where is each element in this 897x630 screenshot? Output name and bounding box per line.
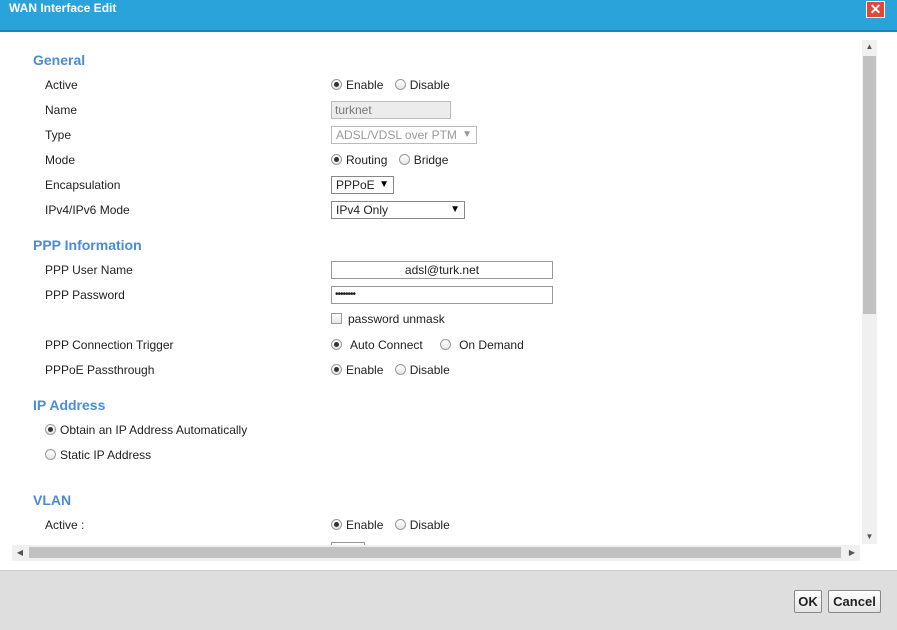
- active-disable-radio[interactable]: [394, 79, 406, 91]
- chevron-down-icon: ▼: [450, 204, 460, 215]
- chevron-down-icon: ▼: [379, 179, 389, 190]
- window-title: WAN Interface Edit: [9, 1, 117, 15]
- passthrough-enable-label: Enable: [346, 362, 384, 377]
- ip-auto-label: Obtain an IP Address Automatically: [60, 422, 248, 437]
- passthrough-radio-group: Enable Disable: [331, 362, 458, 377]
- ip-mode-select[interactable]: IPv4 Only ▼: [331, 201, 465, 219]
- vertical-scroll-thumb[interactable]: [863, 56, 876, 314]
- pppoe-passthrough-label: PPPoE Passthrough: [45, 363, 155, 377]
- ppp-username-label: PPP User Name: [45, 263, 133, 277]
- horizontal-scroll-thumb[interactable]: [29, 547, 841, 558]
- active-disable-label: Disable: [409, 77, 450, 92]
- chevron-down-icon: ▼: [462, 129, 472, 140]
- close-icon[interactable]: ✕: [866, 1, 885, 18]
- trigger-auto-connect-label: Auto Connect: [350, 337, 423, 352]
- mode-bridge-radio[interactable]: [398, 154, 410, 166]
- encapsulation-select-value: PPPoE: [336, 178, 375, 192]
- ppp-username-input[interactable]: adsl@turk.net: [331, 261, 553, 279]
- vertical-scrollbar[interactable]: ▲ ▼: [862, 40, 877, 544]
- password-unmask-label: password unmask: [348, 311, 445, 326]
- ip-auto-row: Obtain an IP Address Automatically: [45, 422, 255, 437]
- ip-static-label: Static IP Address: [60, 447, 152, 462]
- mode-routing-label: Routing: [346, 152, 388, 167]
- vlan-enable-label: Enable: [346, 517, 384, 532]
- ppp-password-label: PPP Password: [45, 288, 125, 302]
- password-unmask-row: password unmask: [331, 311, 453, 326]
- type-label: Type: [45, 128, 72, 142]
- section-vlan-heading: VLAN: [33, 492, 72, 508]
- passthrough-disable-radio[interactable]: [394, 364, 406, 376]
- trigger-auto-connect-radio[interactable]: [331, 339, 342, 351]
- title-bar: WAN Interface Edit ✕: [0, 0, 897, 32]
- ip-mode-select-value: IPv4 Only: [336, 203, 389, 217]
- mode-routing-radio[interactable]: [331, 154, 342, 166]
- section-ppp-heading: PPP Information: [33, 237, 142, 253]
- trigger-on-demand-label: On Demand: [459, 337, 524, 352]
- vlan-active-label: Active :: [45, 518, 85, 532]
- ip-auto-radio[interactable]: [45, 424, 56, 436]
- active-enable-label: Enable: [346, 77, 384, 92]
- ip-mode-label: IPv4/IPv6 Mode: [45, 203, 130, 217]
- passthrough-disable-label: Disable: [409, 362, 450, 377]
- horizontal-scrollbar[interactable]: ◀ ▶: [12, 545, 860, 561]
- password-unmask-checkbox[interactable]: [331, 313, 342, 325]
- vlan-disable-radio[interactable]: [394, 519, 406, 531]
- scroll-right-icon[interactable]: ▶: [844, 545, 860, 561]
- active-radio-group: Enable Disable: [331, 77, 458, 92]
- mode-bridge-label: Bridge: [413, 152, 449, 167]
- scroll-down-icon[interactable]: ▼: [862, 530, 877, 544]
- scroll-up-icon[interactable]: ▲: [862, 40, 877, 54]
- mode-radio-group: Routing Bridge: [331, 152, 456, 167]
- ok-button[interactable]: OK: [794, 590, 822, 613]
- section-general-heading: General: [33, 52, 86, 68]
- ppp-trigger-label: PPP Connection Trigger: [45, 338, 174, 352]
- ip-static-row: Static IP Address: [45, 447, 159, 462]
- scroll-left-icon[interactable]: ◀: [12, 545, 28, 561]
- ppp-trigger-radio-group: Auto Connect On Demand: [331, 337, 532, 352]
- mode-label: Mode: [45, 153, 76, 167]
- ppp-password-input[interactable]: ••••••••: [331, 286, 553, 304]
- name-label: Name: [45, 103, 78, 117]
- dialog-footer: [0, 570, 897, 630]
- trigger-on-demand-radio[interactable]: [440, 339, 452, 351]
- type-select[interactable]: ADSL/VDSL over PTM ▼: [331, 126, 477, 144]
- ip-static-radio[interactable]: [45, 449, 56, 461]
- cancel-button[interactable]: Cancel: [828, 590, 881, 613]
- encapsulation-select[interactable]: PPPoE ▼: [331, 176, 394, 194]
- active-enable-radio[interactable]: [331, 79, 342, 91]
- active-label: Active: [45, 78, 78, 92]
- type-select-value: ADSL/VDSL over PTM: [336, 128, 457, 142]
- vlan-active-radio-group: Enable Disable: [331, 517, 458, 532]
- vlan-disable-label: Disable: [409, 517, 450, 532]
- vlan-enable-radio[interactable]: [331, 519, 342, 531]
- section-ip-address-heading: IP Address: [33, 397, 106, 413]
- encapsulation-label: Encapsulation: [45, 178, 121, 192]
- passthrough-enable-radio[interactable]: [331, 364, 342, 376]
- name-input[interactable]: turknet: [331, 101, 451, 119]
